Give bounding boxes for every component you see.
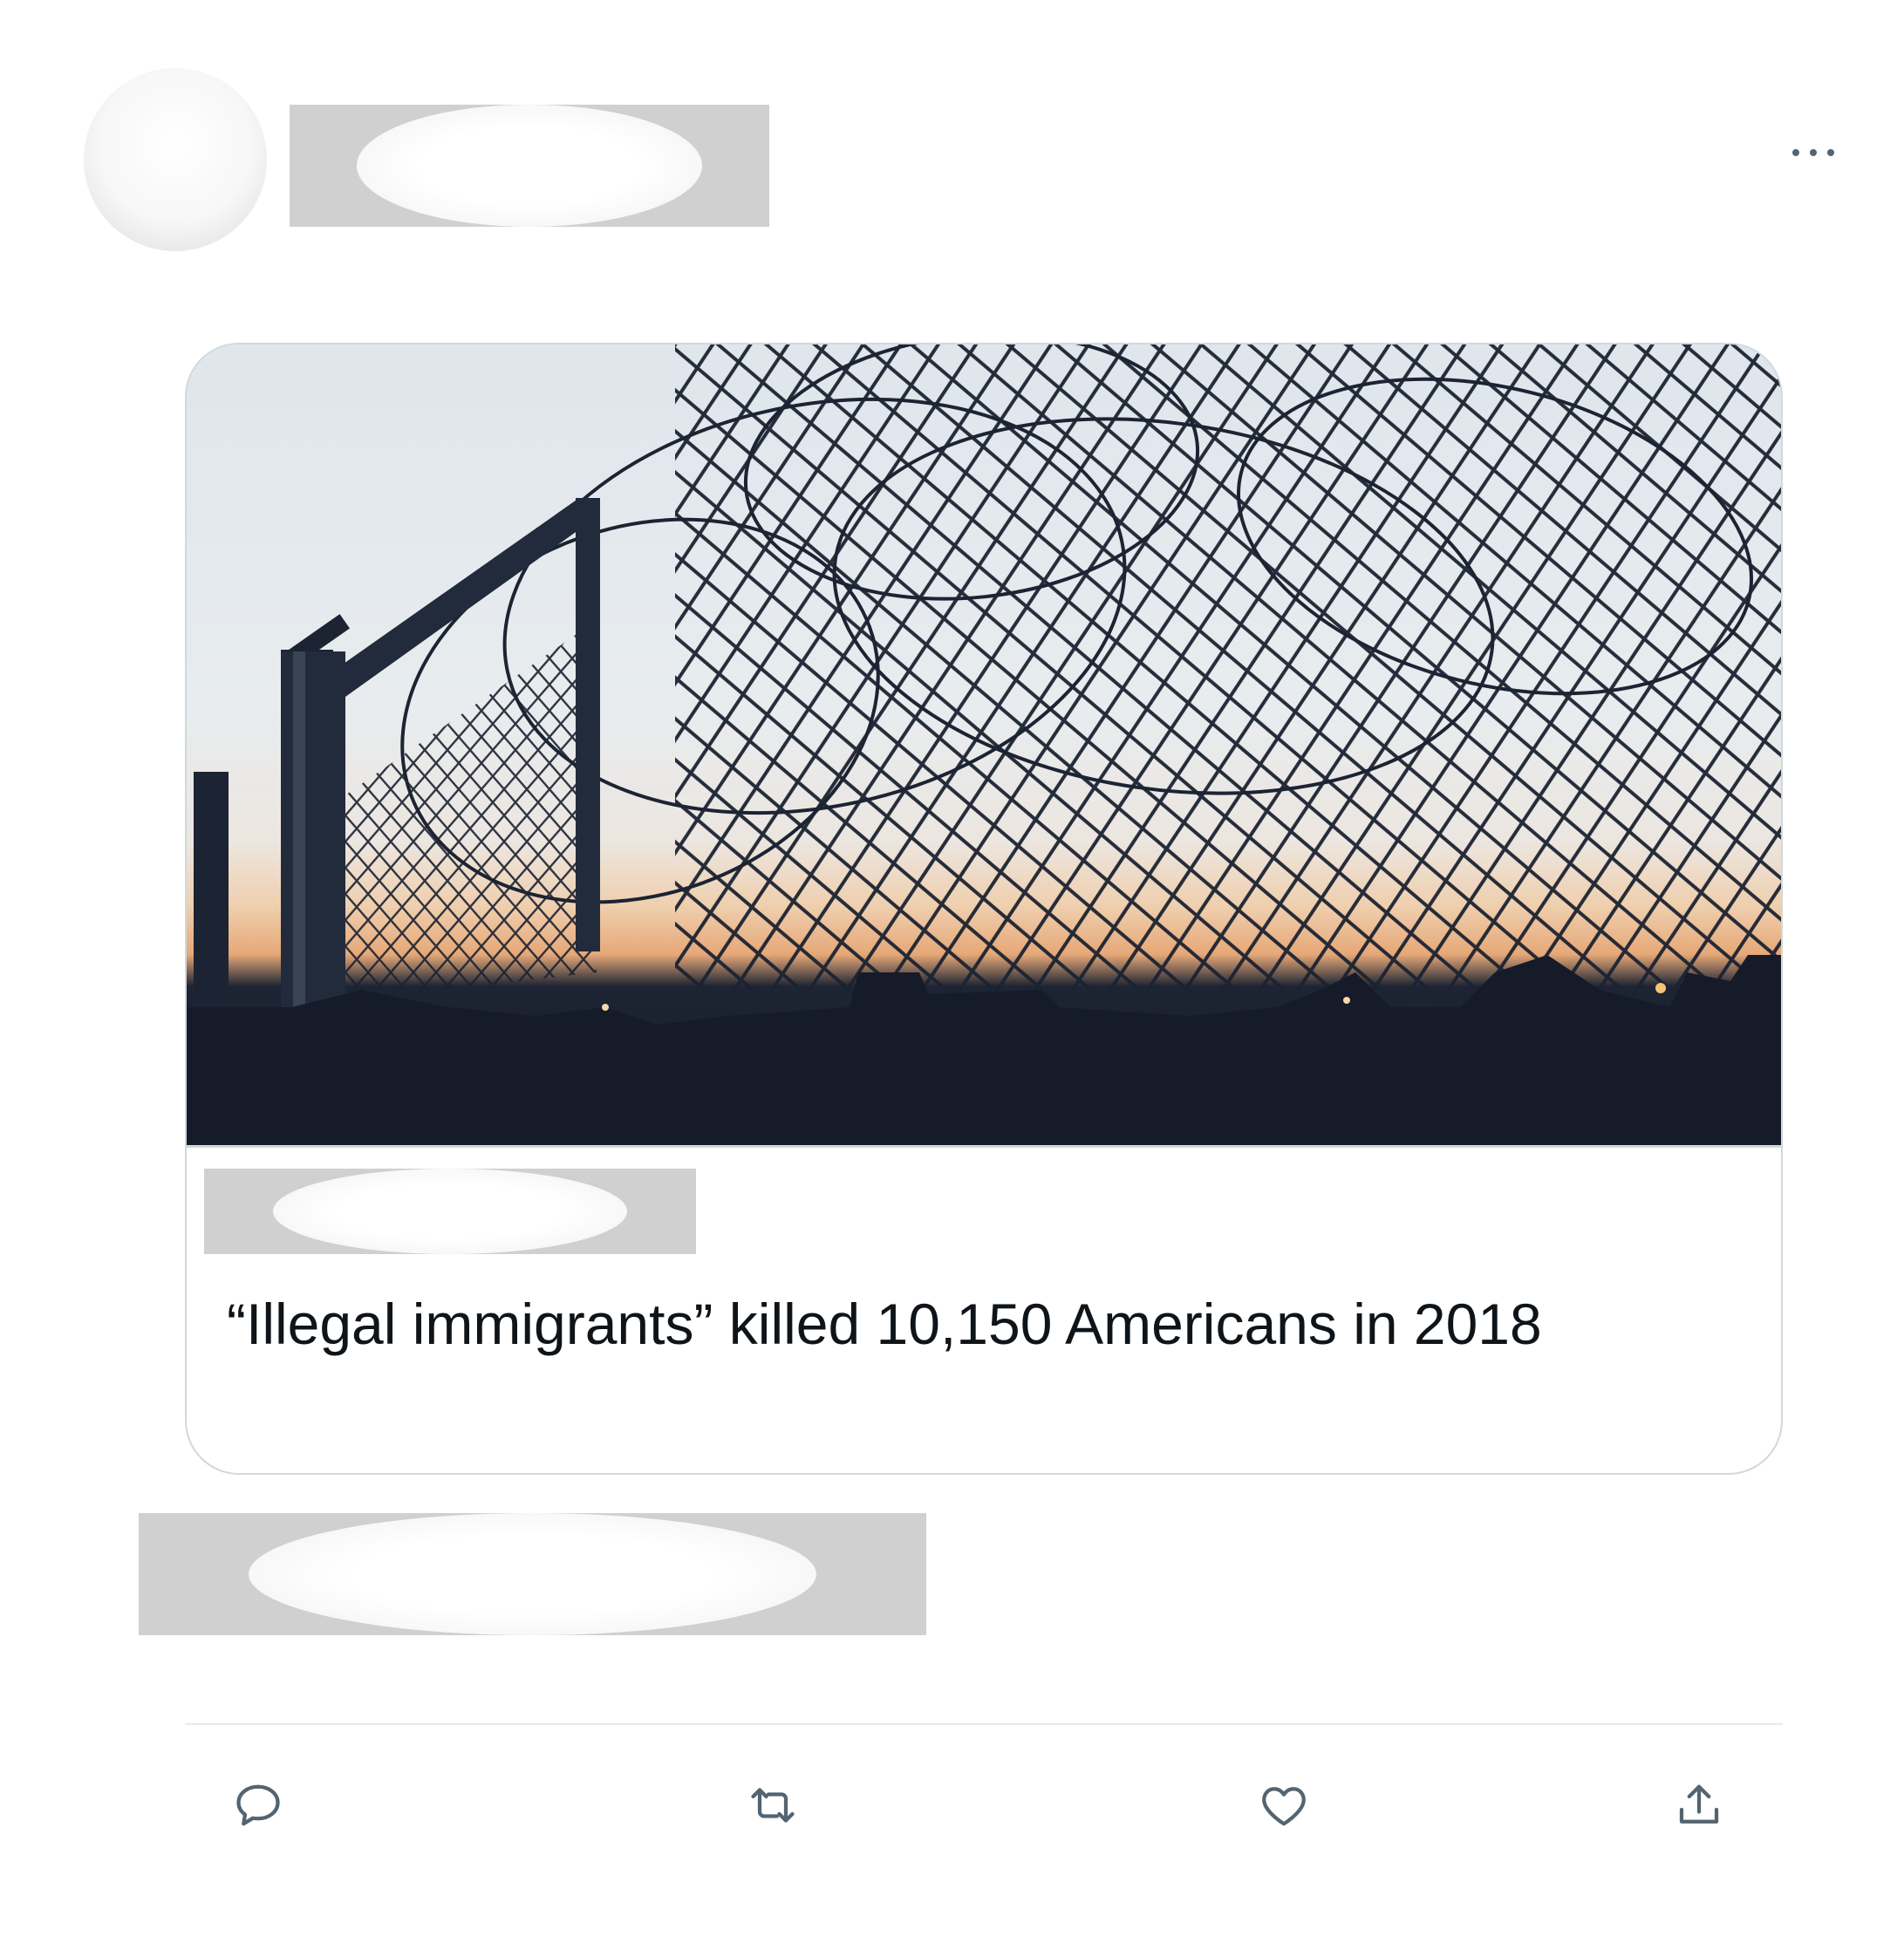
- reply-icon: [236, 1784, 280, 1826]
- author-name-redacted[interactable]: [290, 105, 769, 227]
- more-dot-icon: [1827, 149, 1834, 156]
- tweet-actions: [0, 1779, 1904, 1831]
- barbed-wire-fence-photo: [187, 344, 1781, 1147]
- card-domain-redacted: [204, 1169, 696, 1254]
- more-dot-icon: [1810, 149, 1817, 156]
- like-icon: [1262, 1787, 1306, 1826]
- avatar[interactable]: [84, 68, 267, 251]
- share-button[interactable]: [1673, 1779, 1725, 1831]
- share-icon: [1679, 1784, 1719, 1824]
- retweet-icon: [751, 1788, 795, 1823]
- reply-button[interactable]: [232, 1779, 284, 1831]
- actions-divider: [185, 1723, 1783, 1725]
- like-button[interactable]: [1258, 1779, 1310, 1831]
- retweet-button[interactable]: [747, 1779, 799, 1831]
- card-image: [187, 344, 1781, 1147]
- more-dot-icon: [1792, 149, 1799, 156]
- media-divider: [187, 1145, 1781, 1148]
- card-title[interactable]: “Illegal immigrants” killed 10,150 Ameri…: [227, 1286, 1542, 1361]
- tweet-source-redacted: [139, 1513, 926, 1635]
- more-options-button[interactable]: [1792, 140, 1845, 166]
- link-card[interactable]: “Illegal immigrants” killed 10,150 Ameri…: [185, 343, 1783, 1475]
